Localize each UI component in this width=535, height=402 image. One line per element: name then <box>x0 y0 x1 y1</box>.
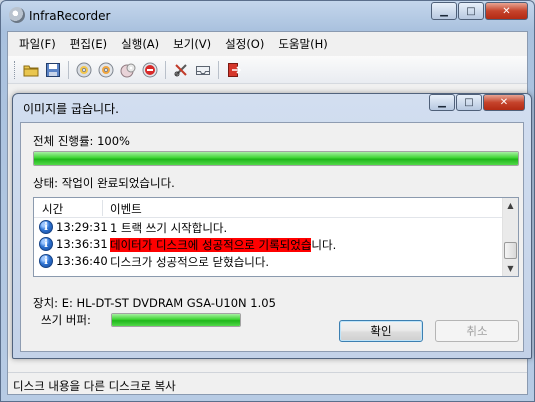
window-caption-buttons: ▁ □ ✕ <box>430 2 528 20</box>
ok-button[interactable]: 확인 <box>339 320 423 342</box>
erase-disc-icon[interactable] <box>139 59 161 81</box>
save-project-icon[interactable] <box>42 59 64 81</box>
open-folder-icon[interactable] <box>20 59 42 81</box>
write-buffer-bar <box>111 313 241 327</box>
menu-view[interactable]: 보기(V) <box>166 32 218 54</box>
maximize-button[interactable]: □ <box>458 2 484 20</box>
burn-image-icon[interactable] <box>117 59 139 81</box>
log-row[interactable]: i 13:29:31 1 트랙 쓰기 시작합니다. <box>34 219 504 236</box>
toolbar-separator <box>68 60 69 79</box>
dialog-close-button[interactable]: ✕ <box>483 94 525 111</box>
total-progress-fill <box>34 152 518 165</box>
info-icon: i <box>39 220 53 234</box>
total-progress-bar <box>33 151 519 166</box>
log-row[interactable]: i 13:36:31 데이터가 디스크에 성공적으로 기록되었습니다. <box>34 236 504 253</box>
status-label: 상태: 작업이 완료되었습니다. <box>33 176 175 190</box>
toolbar-grip[interactable] <box>14 60 17 79</box>
menu-options[interactable]: 설정(O) <box>218 32 271 54</box>
scroll-down-arrow-icon[interactable]: ▼ <box>503 261 518 276</box>
log-event: 1 트랙 쓰기 시작합니다. <box>110 220 227 236</box>
log-time: 13:36:31 <box>56 237 108 251</box>
log-row[interactable]: i 13:36:40 디스크가 성공적으로 닫혔습니다. <box>34 253 504 270</box>
scroll-thumb[interactable] <box>504 242 517 259</box>
log-vertical-scrollbar[interactable]: ▲ ▼ <box>502 198 518 276</box>
event-log-header: 시간 이벤트 <box>34 198 504 218</box>
log-event: 디스크가 성공적으로 닫혔습니다. <box>110 254 269 270</box>
status-bar: 디스크 내용을 다른 디스크로 복사 <box>8 372 527 394</box>
scroll-up-arrow-icon[interactable]: ▲ <box>503 198 518 213</box>
burn-progress-dialog: 이미지를 굽습니다. ▁ □ ✕ 전체 진행률: 100% 상태: 작업이 완료… <box>12 93 532 359</box>
dialog-minimize-button[interactable]: ▁ <box>429 94 455 111</box>
log-event-text: 디스크가 성공적으로 닫혔습니다. <box>110 255 270 269</box>
burn-disc-icon[interactable] <box>73 59 95 81</box>
toolbar-separator <box>165 60 166 79</box>
menu-help[interactable]: 도움말(H) <box>271 32 334 54</box>
tray-icon[interactable] <box>192 59 214 81</box>
dialog-caption-buttons: ▁ □ ✕ <box>428 94 525 111</box>
menu-actions[interactable]: 실행(A) <box>114 32 166 54</box>
menu-bar: 파일(F) 편집(E) 실행(A) 보기(V) 설정(O) 도움말(H) <box>8 32 527 54</box>
device-label: 장치: E: HL-DT-ST DVDRAM GSA-U10N 1.05 <box>33 296 276 310</box>
copy-disc-icon[interactable] <box>95 59 117 81</box>
info-icon: i <box>39 237 53 251</box>
minimize-button[interactable]: ▁ <box>431 2 457 20</box>
write-buffer-fill <box>112 314 240 326</box>
close-button[interactable]: ✕ <box>485 2 528 20</box>
dialog-title: 이미지를 굽습니다. <box>23 102 119 116</box>
tools-icon[interactable] <box>170 59 192 81</box>
log-event-highlight: 데이터가 디스크에 성공적으로 기록되었습 <box>110 238 312 252</box>
infrarecorder-app-icon <box>9 7 25 23</box>
total-progress-label: 전체 진행률: 100% <box>33 134 130 148</box>
dialog-maximize-button[interactable]: □ <box>456 94 482 111</box>
buffer-label: 쓰기 버퍼: <box>41 313 91 327</box>
log-event: 데이터가 디스크에 성공적으로 기록되었습니다. <box>110 237 336 253</box>
menu-edit[interactable]: 편집(E) <box>63 32 114 54</box>
log-event-text: 1 트랙 쓰기 시작합니다. <box>110 221 228 235</box>
column-divider[interactable] <box>102 200 103 216</box>
exit-icon[interactable] <box>223 59 245 81</box>
menu-file[interactable]: 파일(F) <box>12 32 63 54</box>
toolbar <box>8 56 527 84</box>
toolbar-separator <box>218 60 219 79</box>
log-time: 13:36:40 <box>56 254 108 268</box>
column-header-event[interactable]: 이벤트 <box>110 201 142 217</box>
window-title: InfraRecorder <box>29 9 111 23</box>
dialog-body: 전체 진행률: 100% 상태: 작업이 완료되었습니다. 시간 이벤트 i 1… <box>20 122 524 352</box>
event-log-list[interactable]: 시간 이벤트 i 13:29:31 1 트랙 쓰기 시작합니다. i 13:36… <box>33 197 519 277</box>
log-time: 13:29:31 <box>56 220 108 234</box>
cancel-button[interactable]: 취소 <box>435 320 519 342</box>
info-icon: i <box>39 254 53 268</box>
column-header-time[interactable]: 시간 <box>42 201 63 217</box>
log-event-text: 니다. <box>311 238 337 252</box>
